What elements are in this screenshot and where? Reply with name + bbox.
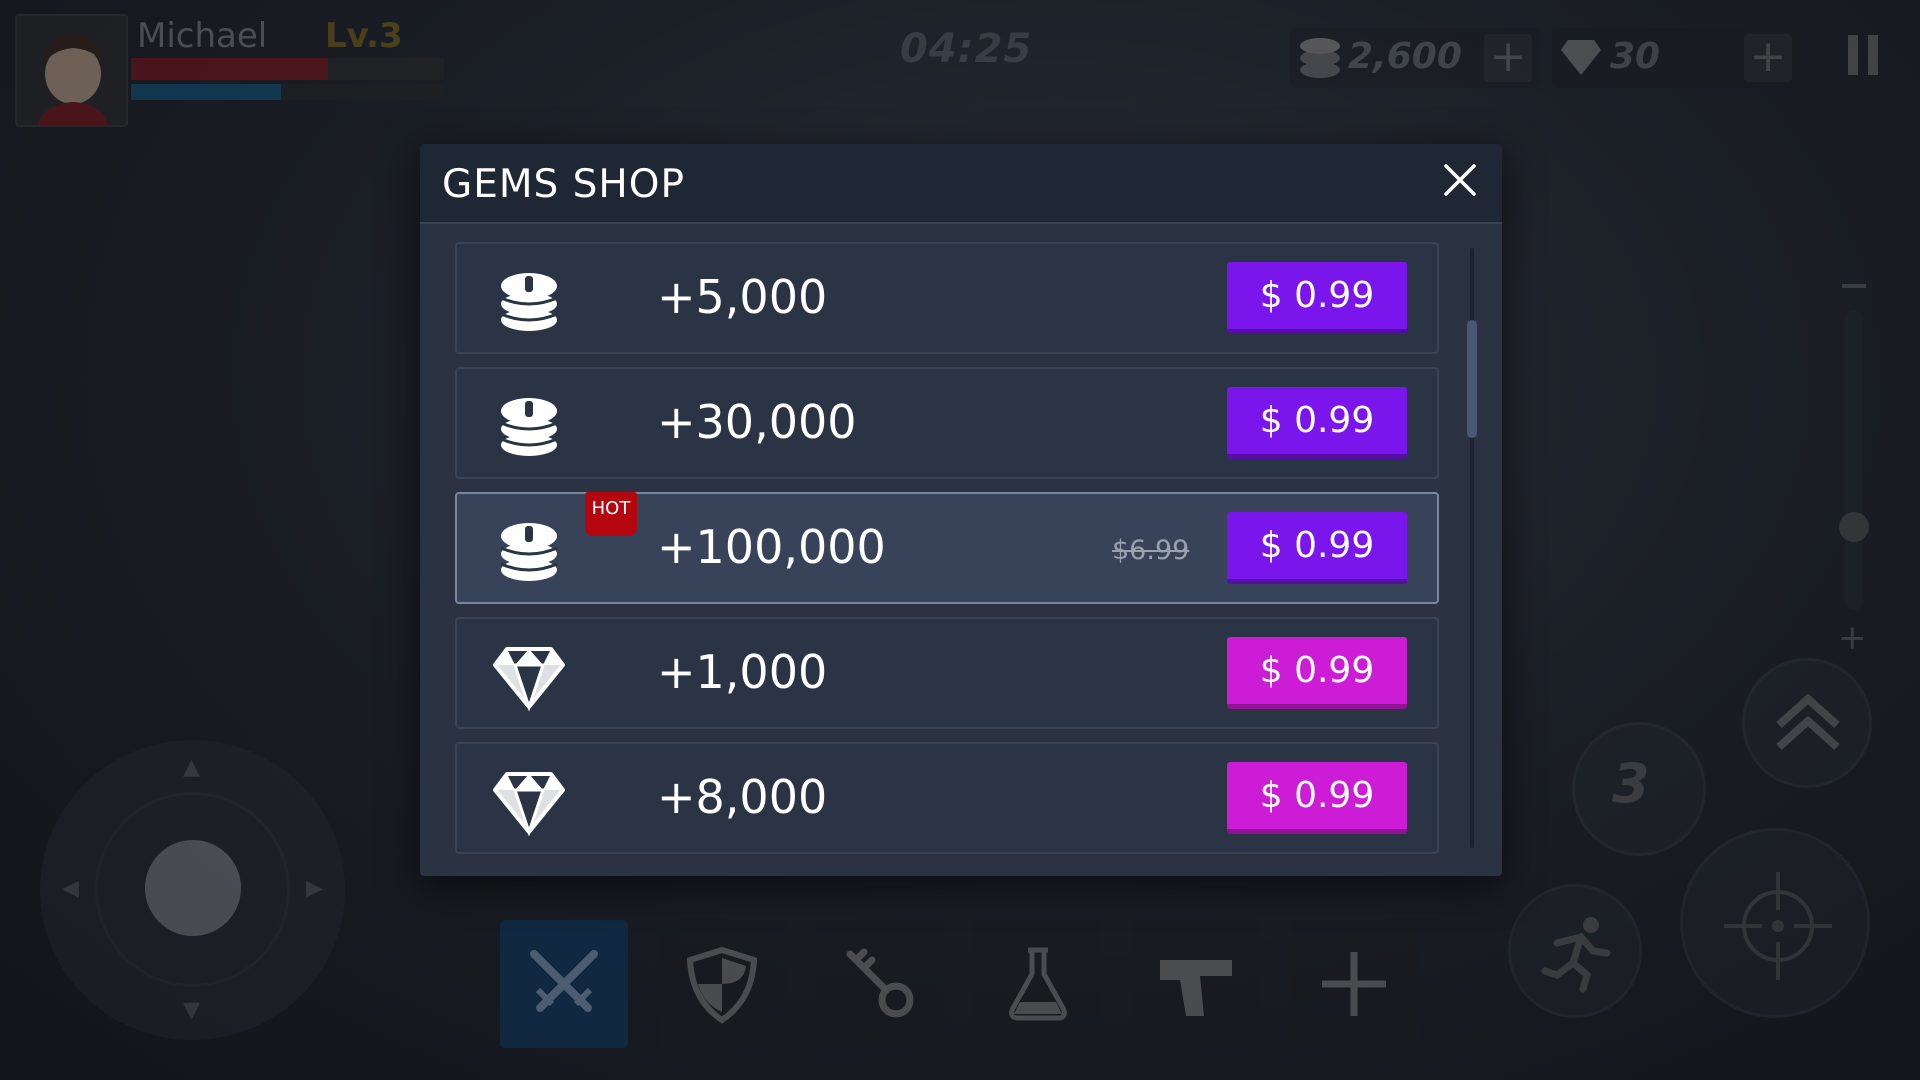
slot-swords[interactable] <box>500 920 628 1048</box>
aim-fire-button[interactable] <box>1680 828 1870 1018</box>
jump-button[interactable] <box>1742 658 1872 788</box>
item-amount: +30,000 <box>657 395 857 449</box>
coin-stack-icon <box>1300 38 1340 78</box>
slot-pistol[interactable] <box>1132 920 1260 1048</box>
shop-item-row[interactable]: HOT +100,000 $6.99 $ 0.99 <box>455 492 1439 604</box>
buy-button[interactable]: $ 0.99 <box>1227 262 1407 334</box>
match-timer: 04:25 <box>900 26 1033 72</box>
buy-button[interactable]: $ 0.99 <box>1227 512 1407 584</box>
zoom-out-icon[interactable] <box>1842 284 1866 288</box>
item-amount: +8,000 <box>657 770 828 824</box>
add-coins-button[interactable]: + <box>1484 34 1532 82</box>
joystick-knob[interactable] <box>145 840 241 936</box>
gem-count: 30 <box>1610 36 1661 77</box>
coin-count: 2,600 <box>1348 36 1462 77</box>
coin-stack-icon <box>500 273 558 331</box>
mana-bar <box>131 84 444 100</box>
joystick-up-arrow: ▲ <box>183 755 200 780</box>
diamond-icon <box>493 772 565 836</box>
player-avatar <box>15 14 128 127</box>
ability-charge-count: 3 <box>1612 752 1650 815</box>
joystick-right-arrow: ▶ <box>306 876 323 901</box>
buy-button[interactable]: $ 0.99 <box>1227 387 1407 459</box>
pistol-icon <box>1160 960 1232 1016</box>
sprint-button[interactable] <box>1508 884 1642 1018</box>
shield-icon <box>686 946 758 1024</box>
zoom-slider[interactable] <box>1845 310 1863 610</box>
slot-add[interactable] <box>1290 920 1418 1048</box>
shop-item-row[interactable]: +5,000 $ 0.99 <box>455 242 1439 354</box>
item-amount: +1,000 <box>657 645 828 699</box>
joystick-down-arrow: ▼ <box>183 998 200 1023</box>
key-icon <box>846 948 914 1018</box>
gems-shop-dialog: GEMS SHOP +5,000 $ 0.99 +30,000 $ 0.99 HOT +1… <box>420 144 1502 876</box>
player-name: Michael <box>137 16 268 56</box>
slot-potion[interactable] <box>974 920 1102 1048</box>
zoom-slider-handle[interactable] <box>1839 512 1869 542</box>
running-man-icon <box>1541 917 1611 993</box>
buy-button[interactable]: $ 0.99 <box>1227 762 1407 834</box>
joystick-left-arrow: ◀ <box>62 876 79 901</box>
plus-icon <box>1322 952 1386 1016</box>
slot-key[interactable] <box>816 920 944 1048</box>
item-amount: +100,000 <box>657 520 886 574</box>
health-bar <box>131 58 444 80</box>
coin-stack-icon <box>500 398 558 456</box>
coin-stack-icon <box>500 523 558 581</box>
buy-button[interactable]: $ 0.99 <box>1227 637 1407 709</box>
shop-item-row[interactable]: +8,000 $ 0.99 <box>455 742 1439 854</box>
zoom-in-icon[interactable]: + <box>1838 618 1867 658</box>
double-chevron-up-icon <box>1776 693 1840 750</box>
add-gems-button[interactable]: + <box>1744 34 1792 82</box>
crossed-swords-icon <box>530 950 598 1012</box>
original-price: $6.99 <box>1112 535 1190 566</box>
potion-icon <box>1009 947 1067 1021</box>
dialog-title: GEMS SHOP <box>442 162 685 207</box>
close-button[interactable] <box>1438 158 1482 202</box>
diamond-icon <box>493 647 565 711</box>
shop-item-row[interactable]: +1,000 $ 0.99 <box>455 617 1439 729</box>
pause-button[interactable] <box>1848 35 1878 75</box>
diamond-icon <box>1561 40 1601 75</box>
hot-badge: HOT <box>585 492 637 536</box>
item-amount: +5,000 <box>657 270 828 324</box>
close-icon <box>1444 164 1476 196</box>
crosshair-icon <box>1724 872 1832 980</box>
shop-item-row[interactable]: +30,000 $ 0.99 <box>455 367 1439 479</box>
player-level: Lv.3 <box>325 16 403 56</box>
dialog-header: GEMS SHOP <box>420 144 1502 224</box>
slot-shield[interactable] <box>658 920 786 1048</box>
scrollbar-thumb[interactable] <box>1467 320 1477 438</box>
